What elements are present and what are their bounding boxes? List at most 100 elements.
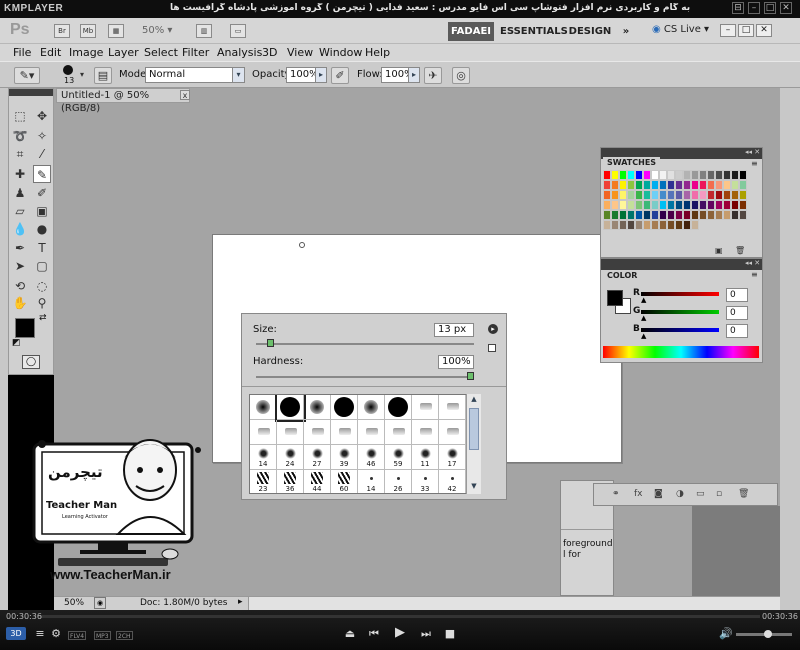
swatch[interactable] — [619, 200, 627, 210]
swatch[interactable] — [659, 170, 667, 180]
color-collapse-icon[interactable]: ◂◂ ✕ — [745, 259, 760, 267]
brush-preset[interactable]: 27 — [304, 445, 331, 470]
brush-preset[interactable]: 44 — [304, 470, 331, 493]
swatch[interactable] — [643, 190, 651, 200]
swatch[interactable] — [739, 190, 747, 200]
swatch[interactable] — [683, 220, 691, 230]
swatch[interactable] — [675, 180, 683, 190]
stop-icon[interactable]: ■ — [442, 627, 458, 640]
ps-minimize-button[interactable]: – — [720, 24, 736, 37]
swatch[interactable] — [611, 170, 619, 180]
brush-preset[interactable]: 24 — [277, 445, 304, 470]
swatch[interactable] — [667, 200, 675, 210]
color-menu-icon[interactable]: ≡ — [751, 270, 758, 279]
brush-panel-toggle[interactable]: ▤ — [94, 67, 112, 84]
playlist-icon[interactable]: ≡ — [32, 627, 48, 640]
menu-view[interactable]: View — [287, 46, 313, 59]
swatch[interactable] — [627, 190, 635, 200]
new-group-icon[interactable]: ▭ — [696, 489, 705, 499]
blue-value[interactable]: 0 — [726, 324, 748, 338]
crop-tool-icon[interactable]: ⌗ — [11, 145, 29, 163]
seek-bar[interactable] — [40, 615, 760, 618]
link-layers-icon[interactable]: ⚭ — [612, 489, 620, 499]
brush-preset[interactable]: 14 — [358, 470, 385, 493]
brush-preset[interactable]: 11 — [412, 445, 439, 470]
swatch[interactable] — [603, 200, 611, 210]
swatch[interactable] — [611, 190, 619, 200]
brush-preset[interactable] — [277, 420, 304, 445]
new-swatch-icon[interactable]: ▣ — [715, 246, 723, 255]
kmplayer-logo[interactable]: KMPLAYER — [4, 3, 63, 14]
brush-preset[interactable]: 14 — [250, 445, 277, 470]
swatch[interactable] — [723, 210, 731, 220]
swatch[interactable] — [707, 210, 715, 220]
swatch[interactable] — [683, 210, 691, 220]
gradient-tool-icon[interactable]: ▣ — [33, 202, 51, 220]
3d-button[interactable]: 3D — [6, 627, 26, 640]
swatch[interactable] — [643, 210, 651, 220]
healing-brush-tool-icon[interactable]: ✚ — [11, 165, 29, 183]
workspace-design[interactable]: DESIGN — [568, 22, 612, 41]
hand-tool-icon[interactable]: ✋ — [11, 294, 29, 312]
cs-live-button[interactable]: ◉ CS Live ▾ — [652, 24, 709, 35]
swatch[interactable] — [627, 220, 635, 230]
red-value[interactable]: 0 — [726, 288, 748, 302]
brush-preset[interactable]: 60 — [331, 470, 358, 493]
hardness-slider-knob[interactable] — [467, 372, 474, 380]
swatch[interactable] — [627, 180, 635, 190]
swatch[interactable] — [699, 210, 707, 220]
flow-field[interactable]: 100% — [381, 67, 414, 83]
swatch[interactable] — [627, 200, 635, 210]
hardness-field[interactable]: 100% — [438, 355, 474, 369]
swatch[interactable] — [699, 200, 707, 210]
swatch[interactable] — [715, 170, 723, 180]
swatch[interactable] — [611, 180, 619, 190]
workspace-fadaei[interactable]: FADAEI — [448, 22, 494, 41]
brush-preset[interactable] — [331, 420, 358, 445]
swatch[interactable] — [603, 220, 611, 230]
brush-preset[interactable]: 23 — [250, 470, 277, 493]
brush-preset[interactable]: 59 — [385, 445, 412, 470]
swatch[interactable] — [635, 190, 643, 200]
play-icon[interactable]: ▶ — [392, 625, 408, 640]
blur-tool-icon[interactable]: 💧 — [11, 220, 29, 238]
blue-slider-knob-icon[interactable]: ▲ — [641, 332, 646, 340]
swatch[interactable] — [643, 180, 651, 190]
swatch[interactable] — [675, 220, 683, 230]
brush-preset[interactable] — [250, 395, 277, 420]
menu-3d[interactable]: 3D — [262, 46, 277, 59]
green-value[interactable]: 0 — [726, 306, 748, 320]
swatch[interactable] — [691, 190, 699, 200]
green-slider[interactable] — [641, 310, 719, 314]
color-spectrum-bar[interactable] — [603, 346, 759, 358]
swatch[interactable] — [651, 180, 659, 190]
marquee-tool-icon[interactable]: ⬚ — [11, 107, 29, 125]
swatch[interactable] — [683, 190, 691, 200]
volume-icon[interactable]: 🔊 — [718, 627, 734, 640]
brush-preset[interactable] — [304, 420, 331, 445]
menu-layer[interactable]: Layer — [108, 46, 139, 59]
layer-mask-icon[interactable]: ◙ — [654, 489, 663, 499]
swatch[interactable] — [715, 200, 723, 210]
swatch[interactable] — [627, 170, 635, 180]
swatch[interactable] — [715, 190, 723, 200]
dodge-tool-icon[interactable]: ● — [33, 220, 51, 238]
brush-preset[interactable] — [385, 420, 412, 445]
swatch[interactable] — [699, 190, 707, 200]
brush-preset[interactable]: 46 — [358, 445, 385, 470]
quick-mask-icon[interactable]: ◯ — [22, 355, 40, 369]
swatch[interactable] — [731, 170, 739, 180]
brush-preset[interactable] — [250, 420, 277, 445]
brush-preset[interactable]: 36 — [277, 470, 304, 493]
menu-select[interactable]: Select — [144, 46, 178, 59]
brush-preset[interactable] — [412, 420, 439, 445]
workspace-more-button[interactable]: » — [618, 22, 634, 41]
pressure-size-toggle[interactable]: ◎ — [452, 67, 470, 84]
pen-tool-icon[interactable]: ✒ — [11, 239, 29, 257]
document-tab[interactable]: Untitled-1 @ 50% (RGB/8) — [56, 88, 190, 114]
swatch[interactable] — [739, 170, 747, 180]
brush-preset[interactable]: 17 — [439, 445, 466, 470]
brush-preset[interactable] — [331, 395, 358, 420]
swatch[interactable] — [651, 220, 659, 230]
watermark-url[interactable]: www.TeacherMan.ir — [50, 567, 171, 582]
